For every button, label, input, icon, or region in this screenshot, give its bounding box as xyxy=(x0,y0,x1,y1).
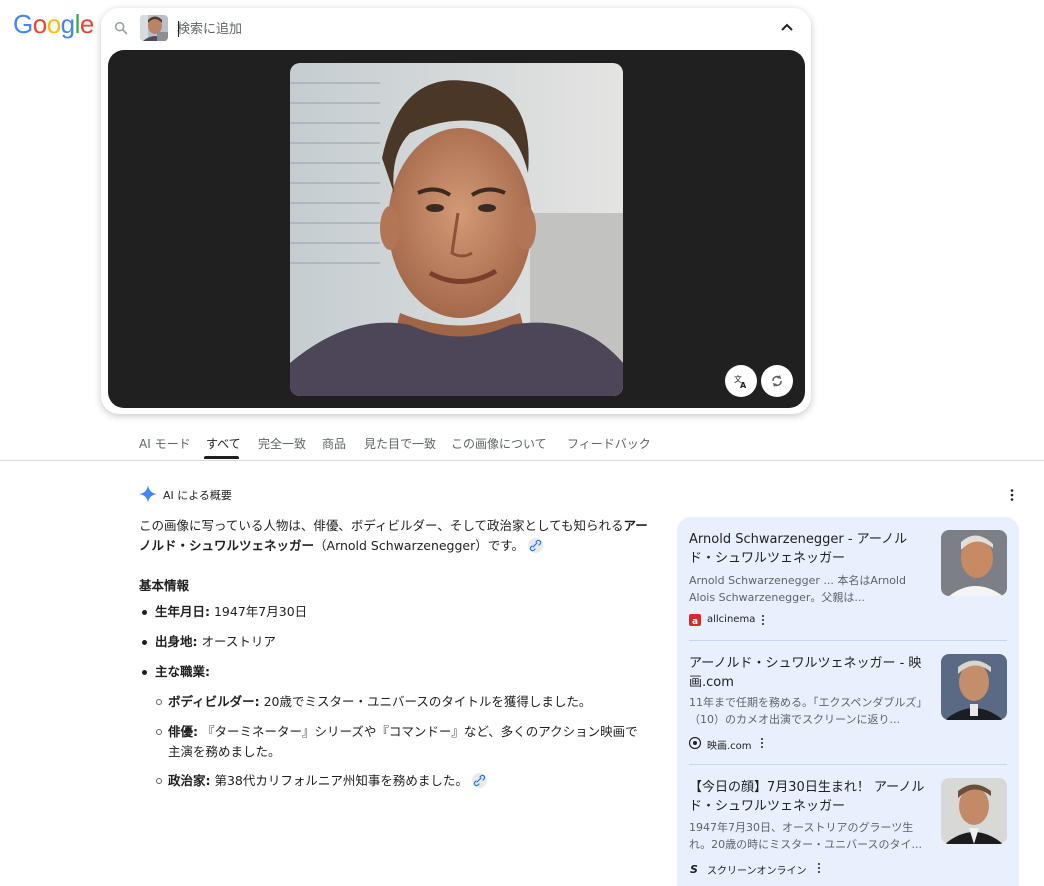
bullet-dot xyxy=(142,610,147,615)
search-input[interactable] xyxy=(177,18,737,40)
occupation-label: 政治家: xyxy=(168,773,211,788)
source-site-name: allcinema xyxy=(707,614,756,625)
query-image[interactable] xyxy=(290,63,623,396)
fact-label: 主な職業: xyxy=(155,664,210,679)
rotate-button[interactable] xyxy=(761,365,793,397)
source-title[interactable]: アーノルド・シュワルツェネッガー - 映画.com xyxy=(689,654,929,692)
summary-text: この画像に写っている人物は、俳優、ボディビルダー、そして政治家としても知られる xyxy=(139,518,624,533)
source-title[interactable]: Arnold Schwarzenegger - アーノルド・シュワルツェネッガー xyxy=(689,530,929,568)
sparkle-icon xyxy=(139,485,157,503)
tab-ai-mode[interactable]: AI モード xyxy=(139,435,191,452)
bullet-ring xyxy=(156,778,162,784)
tab-exact-match[interactable]: 完全一致 xyxy=(258,435,306,452)
sources-panel: Arnold Schwarzenegger - アーノルド・シュワルツェネッガー… xyxy=(677,517,1019,886)
search-card: 文 A xyxy=(101,8,811,414)
tab-feedback[interactable]: フィードバック xyxy=(567,435,651,452)
svg-text:a: a xyxy=(692,617,698,626)
search-icon[interactable] xyxy=(113,20,129,36)
source-thumbnail[interactable] xyxy=(941,654,1007,720)
query-image-thumbnail[interactable] xyxy=(140,15,168,41)
link-icon[interactable] xyxy=(471,773,487,788)
occupation-politician: 政治家: 第38代カリフォルニア州知事を務めました。 xyxy=(156,771,648,791)
occupation-value: 20歳でミスター・ユニバースのタイトルを獲得しました。 xyxy=(259,694,592,709)
occupation-label: ボディビルダー: xyxy=(168,694,260,709)
occupation-value: 『ターミネーター』シリーズや『コマンドー』など、多くのアクション映画で主演を務め… xyxy=(168,724,638,759)
source-title[interactable]: 【今日の顔】7月30日生まれ！ アーノルド・シュワルツェネッガー xyxy=(689,778,929,816)
source-card[interactable]: Arnold Schwarzenegger - アーノルド・シュワルツェネッガー… xyxy=(689,530,1009,630)
more-vert-icon[interactable] xyxy=(761,614,765,626)
ai-overview-title: AI による概要 xyxy=(163,489,232,502)
bullet-dot xyxy=(142,670,147,675)
fact-value: 1947年7月30日 xyxy=(210,604,308,619)
source-site-name: スクリーンオンライン xyxy=(707,866,807,877)
search-bar xyxy=(101,8,811,50)
source-card[interactable]: 【今日の顔】7月30日生まれ！ アーノルド・シュワルツェネッガー 1947年7月… xyxy=(689,778,1009,886)
fact-label: 出身地: xyxy=(155,634,198,649)
source-snippet: 1947年7月30日、オーストリアのグラーツ生れ。20歳の時にミスター・ユニバー… xyxy=(689,821,923,851)
source-thumbnail[interactable] xyxy=(941,530,1007,596)
basic-info-heading: 基本情報 xyxy=(139,578,190,593)
bullet-ring xyxy=(156,729,162,735)
link-icon[interactable] xyxy=(528,538,544,553)
occupation-bodybuilder: ボディビルダー: 20歳でミスター・ユニバースのタイトルを獲得しました。 xyxy=(156,692,648,712)
summary-text-end: （Arnold Schwarzenegger）です。 xyxy=(314,538,525,553)
rotate-icon xyxy=(772,375,782,387)
search-tabs: AI モード すべて 完全一致 商品 見た目で一致 この画像について フィードバ… xyxy=(0,432,1044,461)
allcinema-favicon-icon: a xyxy=(689,614,701,626)
occupation-actor: 俳優: 『ターミネーター』シリーズや『コマンドー』など、多くのアクション映画で主… xyxy=(156,722,643,762)
more-vert-icon[interactable] xyxy=(817,862,821,874)
chevron-up-icon[interactable] xyxy=(777,18,797,38)
svg-text:S: S xyxy=(690,863,698,874)
google-logo[interactable]: Google xyxy=(13,9,94,40)
tab-all[interactable]: すべて xyxy=(206,435,241,452)
source-snippet: Arnold Schwarzenegger ... 本名はArnold Aloi… xyxy=(689,574,906,604)
lens-image-panel: 文 A xyxy=(108,50,805,408)
source-thumbnail[interactable] xyxy=(941,778,1007,844)
ai-overview-summary: この画像に写っている人物は、俳優、ボディビルダー、そして政治家としても知られるア… xyxy=(139,516,649,556)
divider xyxy=(689,764,1007,765)
fact-birthdate: 生年月日: 1947年7月30日 xyxy=(142,602,308,622)
occupation-label: 俳優: xyxy=(168,724,198,739)
fact-value: オーストリア xyxy=(197,634,276,649)
screen-online-favicon-icon: S xyxy=(690,863,698,874)
fact-occupation: 主な職業: xyxy=(142,662,210,682)
fact-label: 生年月日: xyxy=(155,604,210,619)
bullet-dot xyxy=(142,640,147,645)
active-tab-indicator xyxy=(204,456,239,459)
occupation-value: 第38代カリフォルニア州知事を務めました。 xyxy=(210,773,468,788)
more-vert-icon[interactable] xyxy=(760,737,764,749)
bullet-ring xyxy=(156,699,162,705)
text-cursor xyxy=(178,21,179,37)
translate-icon: 文 A xyxy=(734,374,747,389)
translate-button[interactable]: 文 A xyxy=(725,365,757,397)
tab-visual-match[interactable]: 見た目で一致 xyxy=(364,435,436,452)
fact-birthplace: 出身地: オーストリア xyxy=(142,632,276,652)
source-site-name: 映画.com xyxy=(707,741,752,752)
tab-about-image[interactable]: この画像について xyxy=(451,435,547,452)
divider xyxy=(689,640,1007,641)
more-vert-icon[interactable] xyxy=(1006,488,1018,502)
source-card[interactable]: アーノルド・シュワルツェネッガー - 映画.com 11年まで任期を務める。「エ… xyxy=(689,654,1009,754)
eigacom-favicon-icon xyxy=(689,737,701,749)
tab-products[interactable]: 商品 xyxy=(322,435,346,452)
source-snippet: 11年まで任期を務める。「エクスペンダブルズ」（10）のカメオ出演でスクリーンに… xyxy=(689,696,928,726)
svg-text:A: A xyxy=(740,381,747,389)
